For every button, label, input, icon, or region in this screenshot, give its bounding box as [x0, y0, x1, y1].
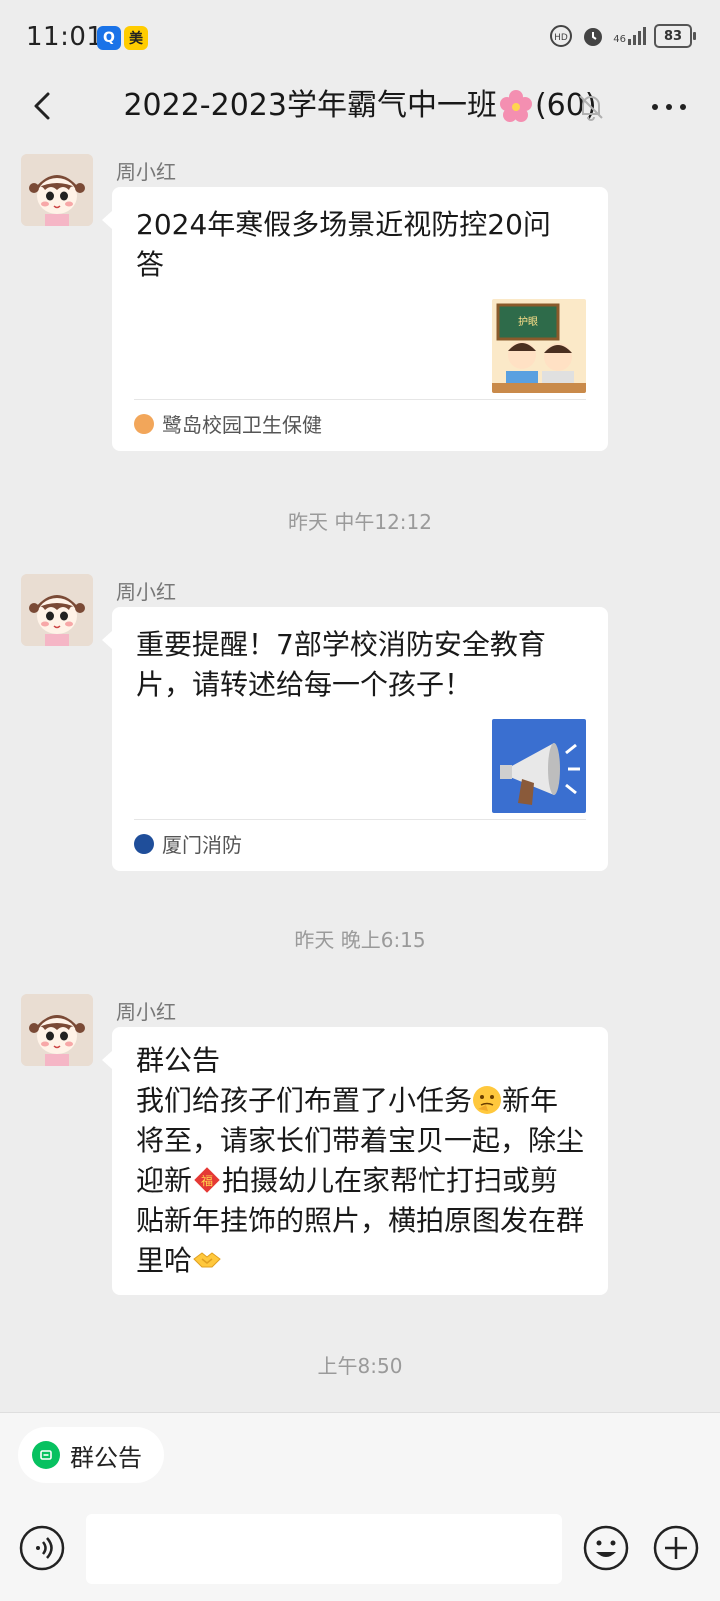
avatar[interactable]	[21, 994, 93, 1066]
megaphone-thumbnail-icon	[492, 719, 586, 813]
card-thumbnail	[492, 719, 586, 813]
avatar[interactable]	[21, 154, 93, 226]
blossom-emoji	[499, 90, 532, 122]
timestamp: 昨天 中午12:12	[288, 510, 432, 534]
card-title: 2024年寒假多场景近视防控20问答	[136, 208, 551, 281]
card-source: 鹭岛校园卫生保健	[134, 409, 322, 438]
mute-icon	[579, 95, 603, 121]
group-name: 2022-2023学年霸气中一班	[123, 88, 497, 123]
alarm-icon	[584, 28, 603, 46]
notice-body-part: 我们给孩子们布置了小任务	[136, 1084, 473, 1117]
status-indicators: HD 46 83	[549, 24, 696, 48]
plus-icon[interactable]	[652, 1524, 700, 1572]
battery-level: 83	[663, 28, 683, 44]
signal-icon: 46	[613, 27, 646, 45]
thinking-face-emoji	[473, 1086, 502, 1114]
voice-icon[interactable]	[18, 1524, 66, 1572]
avatar[interactable]	[21, 574, 93, 646]
emoji-icon[interactable]	[582, 1524, 630, 1572]
chat-title: 2022-2023学年霸气中一班 (60)	[0, 84, 720, 128]
source-name: 鹭岛校园卫生保健	[162, 413, 322, 437]
myopia-kids-thumbnail-icon: 护眼	[492, 299, 586, 393]
svg-text:HD: HD	[554, 33, 568, 43]
battery-icon: 83	[654, 24, 696, 48]
sender-name: 周小红	[116, 580, 176, 604]
fu-charm-emoji: 福	[194, 1167, 220, 1193]
card-divider	[134, 819, 586, 820]
handshake-emoji	[193, 1252, 221, 1268]
group-notice-label: 群公告	[70, 1443, 142, 1472]
cartoon-girl-avatar-icon	[21, 574, 93, 646]
link-card-message[interactable]: 重要提醒！7部学校消防安全教育片，请转述给每一个孩子！ 厦门消防	[102, 607, 608, 871]
notice-icon	[32, 1441, 60, 1469]
timestamp: 上午8:50	[317, 1354, 403, 1378]
message-input[interactable]	[86, 1514, 562, 1584]
meituan-app-icon: 美	[124, 26, 148, 50]
cartoon-girl-avatar-icon	[21, 994, 93, 1066]
notice-body: 我们给孩子们布置了小任务 新年将至，请家长们带着宝贝一起，除尘迎新福拍摄幼儿在家帮…	[136, 1081, 586, 1281]
hd-call-icon: HD	[550, 25, 573, 47]
timestamp: 昨天 晚上6:15	[294, 928, 426, 952]
link-card-message[interactable]: 2024年寒假多场景近视防控20问答 护眼 鹭岛校园卫生保健	[102, 187, 608, 451]
status-bar: 11:01 Q 美 HD 46 83	[0, 0, 720, 78]
sender-name: 周小红	[116, 1000, 176, 1024]
card-divider	[134, 399, 586, 400]
network-type: 46	[613, 34, 626, 45]
notification-app-icon: Q	[97, 26, 121, 50]
source-name: 厦门消防	[162, 833, 242, 857]
svg-text:护眼: 护眼	[518, 315, 538, 328]
more-icon[interactable]	[648, 92, 690, 122]
card-source: 厦门消防	[134, 829, 242, 858]
card-title: 重要提醒！7部学校消防安全教育片，请转述给每一个孩子！	[136, 628, 546, 701]
status-time: 11:01	[26, 22, 104, 52]
notice-heading: 群公告	[136, 1044, 221, 1077]
svg-text:福: 福	[201, 1173, 213, 1188]
notice-text: 群公告 我们给孩子们布置了小任务 新年将至，请家长们带着宝贝一起，除尘迎新福拍摄幼…	[136, 1041, 586, 1281]
group-notice-message[interactable]: 群公告 我们给孩子们布置了小任务 新年将至，请家长们带着宝贝一起，除尘迎新福拍摄幼…	[102, 1027, 608, 1295]
group-notice-button[interactable]: 群公告	[18, 1427, 164, 1483]
sender-name: 周小红	[116, 160, 176, 184]
cartoon-girl-avatar-icon	[21, 154, 93, 226]
account-logo-icon	[134, 413, 154, 434]
card-thumbnail: 护眼	[492, 299, 586, 393]
account-logo-icon	[134, 833, 154, 854]
